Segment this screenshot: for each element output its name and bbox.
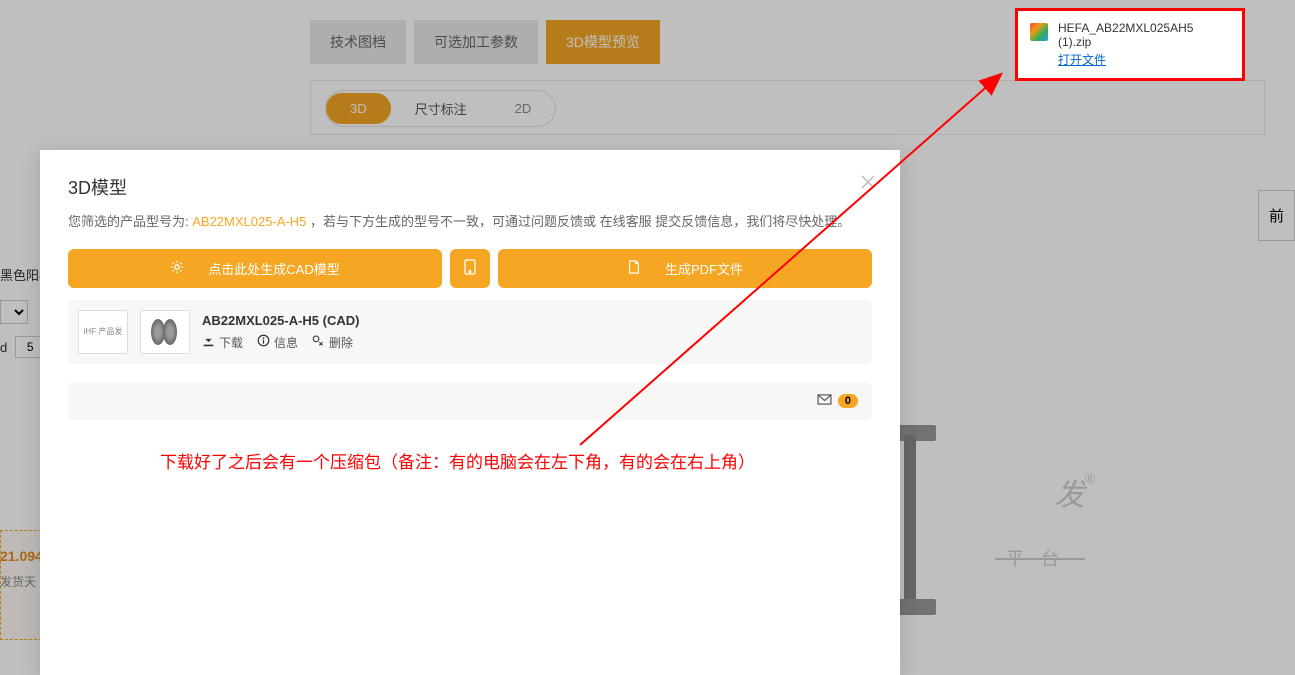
modal-title: 3D模型 xyxy=(68,174,872,200)
info-icon xyxy=(257,334,270,350)
file-thumb-logo: iHF 产品发 xyxy=(78,310,128,354)
gear-icon xyxy=(170,260,184,277)
pulley-icon xyxy=(149,318,181,346)
generate-cad-button[interactable]: 点击此处生成CAD模型 xyxy=(68,249,442,288)
file-thumb-pulley xyxy=(140,310,190,354)
file-title: AB22MXL025-A-H5 (CAD) xyxy=(202,313,862,328)
generate-pdf-button[interactable]: 生成PDF文件 xyxy=(498,249,872,288)
annotation-text: 下载好了之后会有一个压缩包（备注：有的电脑会在左下角，有的会在右上角） xyxy=(160,448,755,473)
download-action[interactable]: 下载 xyxy=(202,334,243,351)
mobile-button[interactable] xyxy=(450,249,490,288)
pdf-icon xyxy=(627,260,641,277)
file-card: iHF 产品发 AB22MXL025-A-H5 (CAD) 下载 xyxy=(68,300,872,364)
open-file-link[interactable]: 打开文件 xyxy=(1058,51,1230,68)
info-action[interactable]: 信息 xyxy=(257,334,298,351)
envelope-icon[interactable] xyxy=(817,392,832,410)
mobile-icon xyxy=(463,259,477,278)
product-code: AB22MXL025-A-H5 xyxy=(192,214,306,229)
message-bar: 0 xyxy=(68,382,872,420)
delete-action[interactable]: 删除 xyxy=(312,334,353,351)
close-icon xyxy=(860,174,876,190)
modal-close-button[interactable] xyxy=(860,174,876,194)
modal-description: 您筛选的产品型号为: AB22MXL025-A-H5 ，若与下方生成的型号不一致… xyxy=(40,212,900,249)
delete-icon xyxy=(312,334,325,350)
download-notification: HEFA_AB22MXL025AH5 (1).zip 打开文件 xyxy=(1015,8,1245,81)
download-icon xyxy=(202,334,215,350)
zip-file-icon xyxy=(1030,23,1048,41)
message-count-badge: 0 xyxy=(838,394,858,408)
download-filename: HEFA_AB22MXL025AH5 (1).zip xyxy=(1058,21,1230,49)
3d-model-modal: 3D模型 您筛选的产品型号为: AB22MXL025-A-H5 ，若与下方生成的… xyxy=(40,150,900,675)
